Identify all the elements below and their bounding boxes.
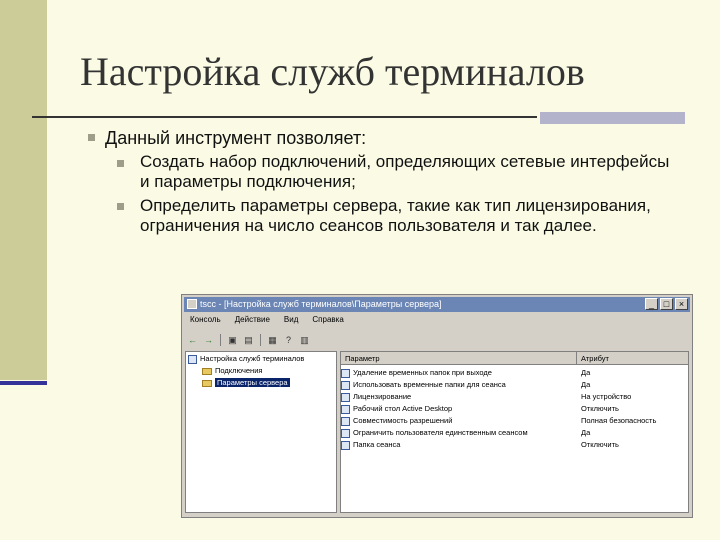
menu-view[interactable]: Вид [284,315,298,329]
intro-text: Данный инструмент позволяет: [105,128,367,148]
folder-icon [202,379,212,387]
list-item-attr: Полная безопасность [581,416,657,425]
title-rule [32,116,537,118]
menu-bar: Консоль Действие Вид Справка [186,315,344,329]
bullet-2: Определить параметры сервера, такие как … [140,196,651,235]
setting-icon [341,380,350,390]
bullet-marker [88,134,95,141]
show-tree-icon[interactable]: ▤ [242,334,255,346]
list-item[interactable]: Ограничить пользователя единственным сеа… [341,428,528,438]
toolbar-separator [260,334,261,346]
bullet-marker [117,203,124,210]
tree-pane: Настройка служб терминалов Подключения П… [185,351,337,513]
maximize-button[interactable]: □ [660,298,673,310]
setting-icon [341,428,350,438]
setting-icon [341,440,350,450]
list-item-attr: На устройство [581,392,632,401]
setting-icon [341,368,350,378]
folder-icon [202,367,212,375]
close-button[interactable]: × [675,298,688,310]
list-item-attr: Отключить [581,440,619,449]
title-rule-block [540,112,685,124]
minimize-button[interactable]: _ [645,298,658,310]
setting-icon [341,392,350,402]
app-icon [187,299,197,309]
help-icon[interactable]: ? [282,334,295,346]
setting-icon [341,416,350,426]
window-titlebar: tscc - [Настройка служб терминалов\Парам… [184,297,690,312]
menu-action[interactable]: Действие [235,315,270,329]
column-header-attr[interactable]: Атрибут [577,352,688,365]
list-item[interactable]: Удаление временных папок при выходе [341,368,492,378]
bullet-marker [117,160,124,167]
up-level-icon[interactable]: ▣ [226,334,239,346]
list-item[interactable]: Использовать временные папки для сеанса [341,380,506,390]
list-item-attr: Да [581,368,591,377]
view-icon[interactable]: ▥ [298,334,311,346]
slide-left-bar [0,0,47,380]
slide-title: Настройка служб терминалов [80,49,585,94]
toolbar: ← → ▣ ▤ ▦ ? ▥ [186,332,311,348]
toolbar-separator [220,334,221,346]
column-header-name[interactable]: Параметр [341,352,577,365]
tscc-window: tscc - [Настройка служб терминалов\Парам… [181,294,693,518]
window-title: tscc - [Настройка служб терминалов\Парам… [200,299,442,309]
list-item[interactable]: Папка сеанса [341,440,400,450]
setting-icon [341,404,350,414]
slide-left-accent [0,381,47,385]
tree-root[interactable]: Настройка служб терминалов [188,354,304,364]
list-item-attr: Да [581,428,591,437]
tree-item-server-settings[interactable]: Параметры сервера [202,378,290,387]
back-arrow-icon[interactable]: ← [186,334,199,346]
list-item-attr: Отключить [581,404,619,413]
list-item-attr: Да [581,380,591,389]
details-pane: Параметр Атрибут Удаление временных папо… [340,351,689,513]
bullet-1: Создать набор подключений, определяющих … [140,152,670,191]
tree-item-connections[interactable]: Подключения [202,366,262,375]
list-item[interactable]: Лицензирование [341,392,411,402]
menu-help[interactable]: Справка [312,315,343,329]
console-icon [188,354,197,364]
list-item[interactable]: Рабочий стол Active Desktop [341,404,452,414]
properties-icon[interactable]: ▦ [266,334,279,346]
menu-console[interactable]: Консоль [190,315,221,329]
forward-arrow-icon[interactable]: → [202,334,215,346]
list-item[interactable]: Совместимость разрешений [341,416,452,426]
